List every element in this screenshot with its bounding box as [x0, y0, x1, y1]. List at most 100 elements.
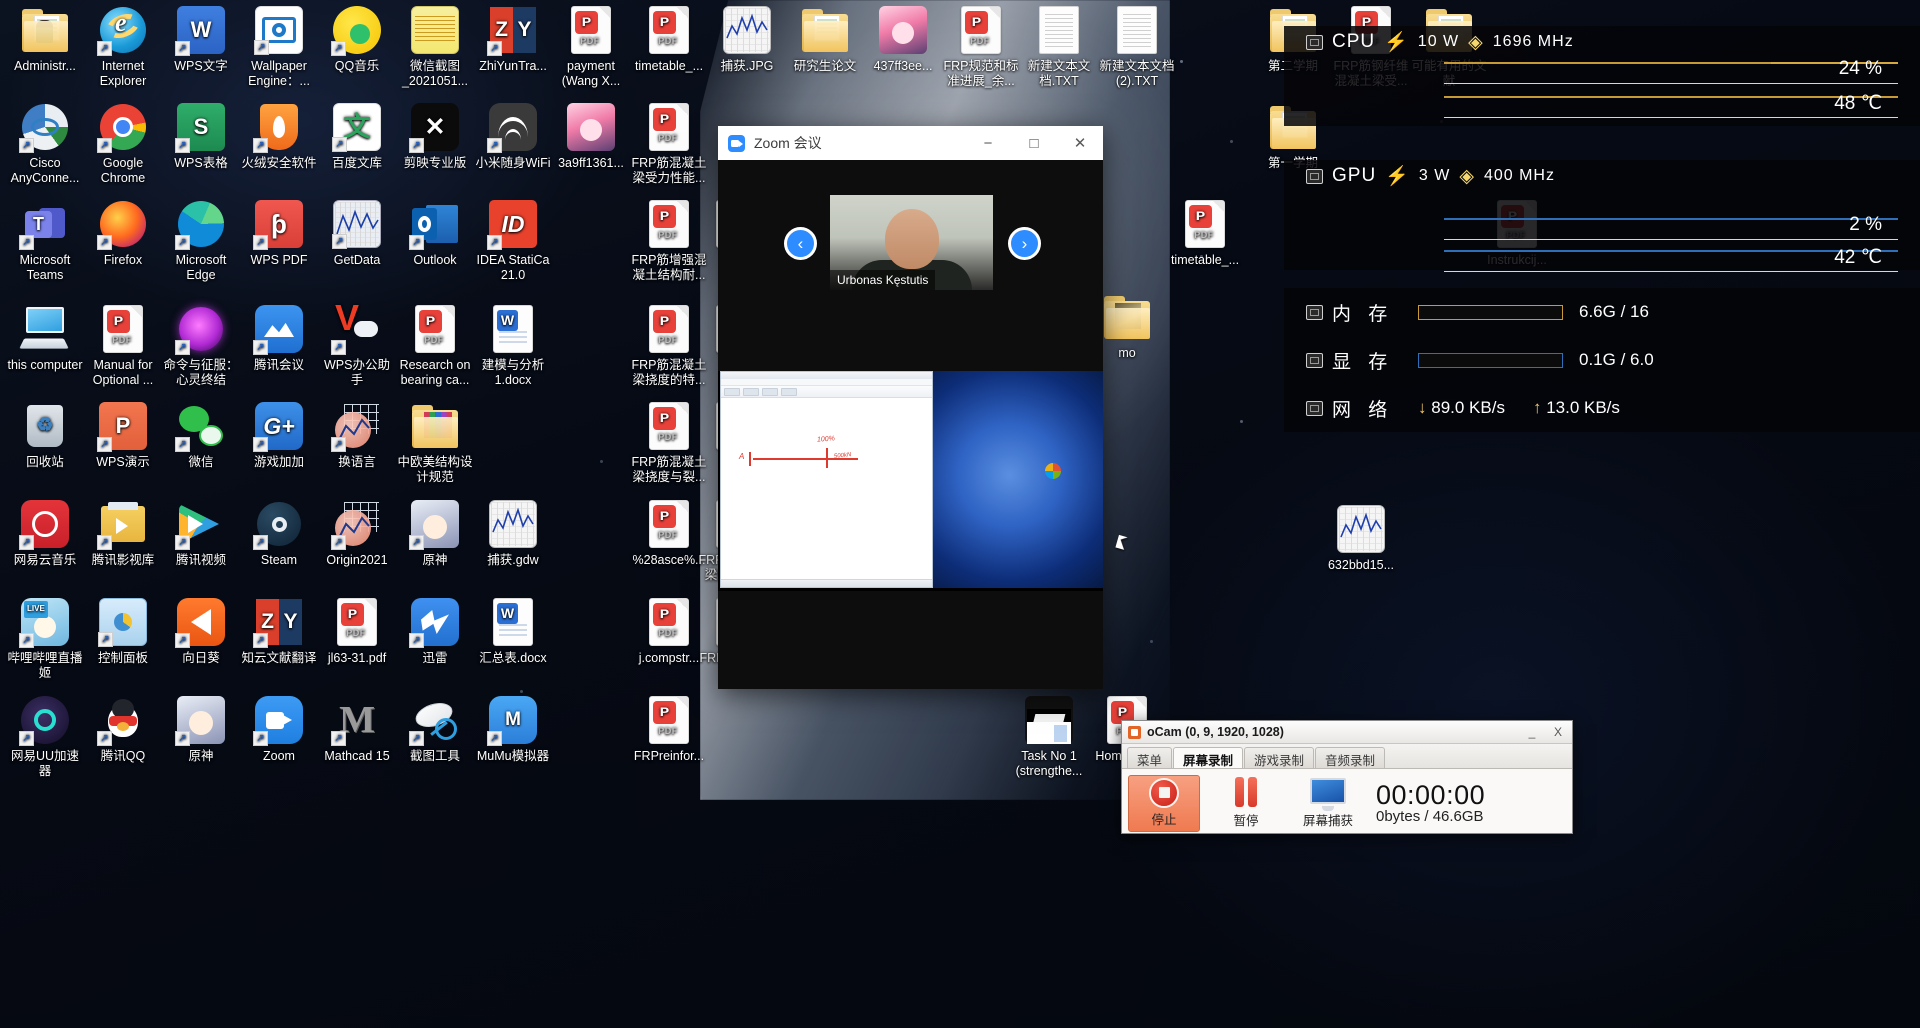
desktop-icon[interactable]: this computer [6, 305, 84, 373]
ocam-tab[interactable]: 菜单 [1127, 747, 1173, 768]
desktop-icon[interactable]: ↗ 迅雷 [396, 598, 474, 666]
desktop-icon[interactable]: ᴘ PDF FRPreinfor... [630, 696, 708, 764]
desktop-icon[interactable]: 文 ↗ 百度文库 [318, 103, 396, 171]
ocam-tab-bar[interactable]: 菜单 屏幕录制 游戏录制 音频录制 [1122, 744, 1572, 768]
desktop-icon[interactable]: ↗ 截图工具 [396, 696, 474, 764]
desktop-icon[interactable]: ƥ ↗ WPS PDF [240, 200, 318, 268]
desktop-icon[interactable]: W 汇总表.docx [474, 598, 552, 666]
desktop-icon[interactable]: LIVE ↗ 哔哩哔哩直播姬 [6, 598, 84, 680]
ocam-tab[interactable]: 屏幕录制 [1173, 747, 1244, 768]
desktop-icon[interactable]: ↗ QQ音乐 [318, 6, 396, 74]
desktop-icon[interactable]: Task No 1 (strengthe... [1010, 696, 1088, 778]
desktop-icon[interactable]: ↗ Zoom [240, 696, 318, 764]
desktop-icon[interactable]: ID ↗ IDEA StatiCa 21.0 [474, 200, 552, 282]
screen-capture-button[interactable]: 屏幕捕获 [1292, 777, 1364, 829]
desktop-icon[interactable]: 捕获.JPG [708, 6, 786, 74]
shortcut-arrow-icon: ↗ [175, 437, 190, 452]
desktop-icon[interactable]: M ↗ MuMu模拟器 [474, 696, 552, 764]
desktop-icon[interactable]: ↗ Outlook [396, 200, 474, 268]
desktop-icon[interactable]: 研究生论文 [786, 6, 864, 74]
gpu-usage-line [1444, 218, 1898, 220]
desktop-icon[interactable]: ↗ 微信 [162, 402, 240, 470]
desktop-icon[interactable]: W 建模与分析1.docx [474, 305, 552, 387]
close-icon[interactable]: X [1548, 722, 1568, 742]
desktop-icon[interactable]: ᴘ PDF Manual for Optional ... [84, 305, 162, 387]
desktop-icon[interactable]: ↗ 腾讯会议 [240, 305, 318, 373]
desktop-icon[interactable]: M ↗ Mathcad 15 [318, 696, 396, 764]
desktop-icon[interactable]: ↗ 原神 [396, 500, 474, 568]
maximize-icon[interactable]: □ [1011, 126, 1057, 160]
zoom-meeting-window[interactable]: Zoom 会议 − □ ✕ ‹ › Urbonas Kęstutis A 100… [718, 126, 1103, 689]
desktop-icon-label: 原神 [188, 749, 214, 763]
desktop-icon[interactable]: ♻ 回收站 [6, 402, 84, 470]
ocam-tab[interactable]: 音频录制 [1315, 747, 1386, 768]
desktop-icon[interactable]: e ↗ Internet Explorer [84, 6, 162, 88]
desktop-icon[interactable]: ↗ 腾讯影视库 [84, 500, 162, 568]
desktop-icon[interactable]: ᴘ PDF Research on bearing ca... [396, 305, 474, 387]
desktop-icon[interactable]: ↗ 原神 [162, 696, 240, 764]
desktop-icon[interactable]: 中欧美结构设计规范 [396, 402, 474, 484]
desktop-icon[interactable]: 捕获.gdw [474, 500, 552, 568]
desktop-icon[interactable]: ↗ 命令与征服：心灵终结 [162, 305, 240, 387]
vram-label: 显 存 [1332, 351, 1394, 373]
desktop-icon[interactable]: 微信截图_2021051... [396, 6, 474, 88]
desktop-icon[interactable]: G+ ↗ 游戏加加 [240, 402, 318, 470]
previous-participant-button[interactable]: ‹ [784, 227, 817, 260]
desktop-icon[interactable]: ↗ GetData [318, 200, 396, 268]
minimize-icon[interactable]: − [965, 126, 1011, 160]
desktop-icon[interactable]: ᴘ PDF jl63-31.pdf [318, 598, 396, 666]
desktop-icon[interactable]: ↗ 控制面板 [84, 598, 162, 666]
pdf-icon: ᴘPDF [645, 200, 693, 248]
desktop-icon[interactable]: ᴘ PDF payment (Wang X... [552, 6, 630, 88]
desktop-icon[interactable]: ↗ Cisco AnyConne... [6, 103, 84, 185]
desktop-icon[interactable]: ↗ 腾讯视频 [162, 500, 240, 568]
desktop-icon-label: 新建文本文档.TXT [1027, 59, 1091, 88]
desktop-icon[interactable]: ᴘ PDF timetable_... [630, 6, 708, 74]
desktop-icon[interactable]: T ↗ Microsoft Teams [6, 200, 84, 282]
next-participant-button[interactable]: › [1008, 227, 1041, 260]
desktop-icon[interactable]: ↗ Origin2021 [318, 500, 396, 568]
ocam-titlebar[interactable]: oCam (0, 9, 1920, 1028) _ X [1122, 721, 1572, 744]
zoom-shared-screen[interactable]: A 100% 500kN [718, 371, 1103, 591]
desktop-icon[interactable]: Z Y ↗ 知云文献翻译 [240, 598, 318, 666]
ie-icon: e ↗ [97, 6, 147, 56]
recording-file-size: 0bytes / 46.6GB [1376, 808, 1484, 826]
desktop-icon[interactable]: V ↗ WPS办公助手 [318, 300, 396, 387]
desktop-icon[interactable]: ↗ 腾讯QQ [84, 696, 162, 764]
participant-video-tile[interactable]: Urbonas Kęstutis [830, 195, 993, 290]
desktop-icon[interactable]: P ↗ WPS演示 [84, 402, 162, 470]
desktop-icon[interactable]: ↗ 火绒安全软件 [240, 103, 318, 171]
desktop-icon[interactable]: ᴘ PDF FRP规范和标准进展_余... [942, 6, 1020, 88]
desktop-icon[interactable]: ᴘ PDF FRP筋混凝土梁受力性能... [630, 103, 708, 185]
pause-recording-button[interactable]: 暂停 [1210, 777, 1282, 829]
ocam-window[interactable]: oCam (0, 9, 1920, 1028) _ X 菜单 屏幕录制 游戏录制 音频… [1121, 720, 1573, 834]
desktop-icon[interactable]: 3a9ff1361... [552, 103, 630, 171]
desktop-icon[interactable]: ✕ ↗ 剪映专业版 [396, 103, 474, 171]
desktop-icon[interactable]: ↗ 网易UU加速器 [6, 696, 84, 778]
desktop-icon[interactable]: W ↗ WPS文字 [162, 6, 240, 74]
desktop-icon[interactable]: ↗ Microsoft Edge [162, 200, 240, 282]
desktop-icon[interactable]: ↗ Firefox [84, 200, 162, 268]
desktop-icon[interactable]: Z Y ↗ ZhiYunTra... [474, 6, 552, 74]
desktop-icon[interactable]: S ↗ WPS表格 [162, 103, 240, 171]
desktop-icon[interactable]: Administr... [6, 6, 84, 74]
desktop-icon[interactable]: ↗ 小米随身WiFi [474, 103, 552, 171]
desktop-icon[interactable]: ↗ Wallpaper Engine：... [240, 6, 318, 88]
desktop-icon[interactable]: ↗ 网易云音乐 [6, 500, 84, 568]
desktop-icon[interactable]: ↗ 换语言 [318, 402, 396, 470]
desktop-icon[interactable]: 新建文本文档 (2).TXT [1098, 6, 1176, 88]
desktop-icon[interactable]: 新建文本文档.TXT [1020, 6, 1098, 88]
desktop-icon[interactable]: ↗ 向日葵 [162, 598, 240, 666]
ocam-toolbar[interactable]: 停止 暂停 屏幕捕获 00:00:00 0bytes / 46.6GB [1122, 768, 1572, 833]
minimize-icon[interactable]: _ [1522, 722, 1542, 742]
desktop-icon[interactable]: 632bbd15... [1322, 505, 1400, 573]
desktop-icon[interactable]: 437ff3ee... [864, 6, 942, 74]
zoom-titlebar[interactable]: Zoom 会议 − □ ✕ [718, 126, 1103, 160]
desktop-icon[interactable]: ↗ Steam [240, 500, 318, 568]
stop-recording-button[interactable]: 停止 [1128, 774, 1200, 832]
desktop-icon[interactable]: ↗ Google Chrome [84, 103, 162, 185]
desktop-icon[interactable]: ᴘ PDF timetable_... [1166, 200, 1244, 268]
desktop[interactable]: Administr... e ↗ Internet Explorer W ↗ WPS文字 ↗ W… [0, 0, 1920, 1028]
close-icon[interactable]: ✕ [1057, 126, 1103, 160]
ocam-tab[interactable]: 游戏录制 [1244, 747, 1315, 768]
